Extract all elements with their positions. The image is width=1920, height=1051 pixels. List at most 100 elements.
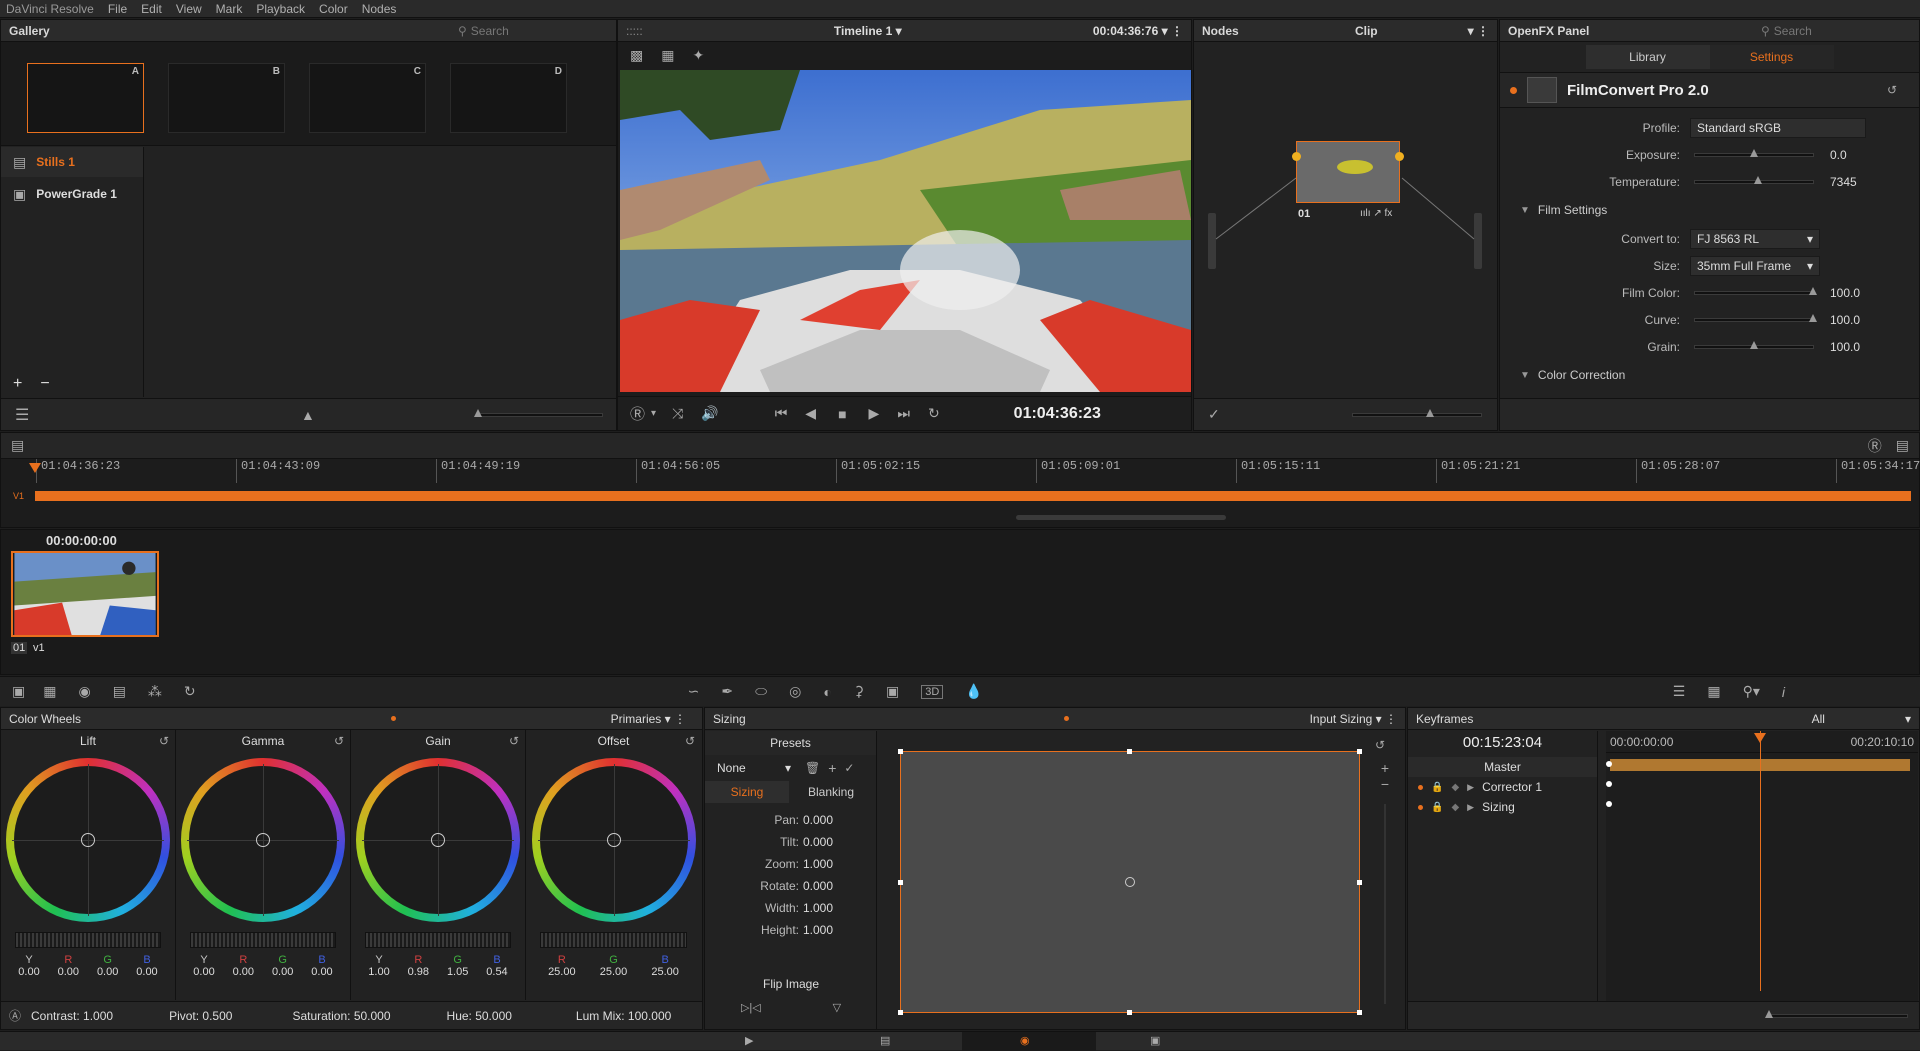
menu-edit[interactable]: Edit	[141, 2, 162, 16]
offset-r[interactable]: 25.00	[544, 966, 580, 978]
grain-slider[interactable]	[1694, 340, 1814, 349]
timeline-clip-bar[interactable]	[35, 491, 1911, 501]
sizing-canvas[interactable]	[898, 749, 1362, 1015]
handle-bottom[interactable]	[1127, 1010, 1132, 1015]
sizing-zoom-slider[interactable]	[1384, 804, 1386, 1004]
list-view-icon[interactable]: ☰	[15, 405, 29, 425]
openfx-search-input[interactable]: Search	[1774, 24, 1812, 38]
gallery-view-icon[interactable]: ▲	[301, 407, 315, 423]
lift-b[interactable]: 0.00	[129, 966, 165, 978]
node-01[interactable]	[1292, 141, 1404, 203]
timeline-selector[interactable]: Timeline 1 ▾	[834, 24, 902, 38]
grain-value[interactable]: 100.0	[1830, 340, 1860, 354]
viewer-frame[interactable]	[620, 70, 1191, 392]
offset-wheel[interactable]	[531, 758, 696, 922]
zoom-out-icon[interactable]: −	[1375, 776, 1395, 792]
gain-jog-wheel[interactable]	[365, 932, 511, 948]
timeline-track-v1[interactable]: V1	[1, 489, 1919, 503]
gallery-zoom-slider[interactable]	[474, 409, 603, 417]
window-icon[interactable]: ⬭	[755, 683, 767, 700]
keyframe-playhead-icon[interactable]	[1754, 733, 1766, 743]
lift-y[interactable]: 0.00	[11, 966, 47, 978]
sizing-mode-select[interactable]: Input Sizing ▾ ⋮	[1310, 712, 1397, 726]
color-wheels-icon[interactable]: ◉	[78, 683, 90, 700]
gain-r[interactable]: 0.98	[400, 966, 436, 978]
nodes-zoom-slider[interactable]	[1352, 409, 1482, 417]
openfx-search[interactable]: ⚲ Search	[1761, 24, 1911, 38]
reset-lift-icon[interactable]: ↺	[159, 734, 169, 748]
gain-wheel[interactable]	[356, 758, 520, 922]
blur-icon[interactable]: ◐	[823, 684, 831, 700]
timeline-image-icon[interactable]: ▤	[11, 437, 24, 454]
menu-view[interactable]: View	[176, 2, 202, 16]
lift-r[interactable]: 0.00	[50, 966, 86, 978]
deliver-page-icon[interactable]: ▣	[1150, 1034, 1160, 1047]
convert-to-dropdown[interactable]: FJ 8563 RL ▾	[1690, 228, 1820, 249]
album-powergrade-1[interactable]: ▣ PowerGrade 1	[1, 177, 143, 211]
motion-effects-icon[interactable]: ⁂	[148, 683, 162, 700]
handle-top-left[interactable]	[898, 749, 903, 754]
gamma-jog-wheel[interactable]	[190, 932, 336, 948]
tab-library[interactable]: Library	[1585, 45, 1710, 69]
height-value[interactable]: 1.000	[803, 923, 833, 937]
flip-vertical-icon[interactable]: ▽	[833, 1001, 841, 1014]
hue-value[interactable]: Hue: 50.000	[447, 1009, 512, 1023]
menu-file[interactable]: File	[108, 2, 127, 16]
fx-icon[interactable]: Ⓡ	[630, 403, 645, 424]
tilt-value[interactable]: 0.000	[803, 835, 833, 849]
scopes-icon[interactable]: ▦	[1707, 683, 1720, 700]
sizing-icon[interactable]: ▣	[886, 683, 899, 700]
tab-sizing[interactable]: Sizing	[705, 781, 789, 803]
timeline-layout-icon[interactable]: ▤	[1896, 437, 1909, 454]
color-page-icon[interactable]: ◉	[1020, 1034, 1030, 1047]
master-keyframe[interactable]	[1606, 761, 1612, 767]
offset-g[interactable]: 25.00	[595, 966, 631, 978]
gamma-wheel[interactable]	[181, 758, 345, 922]
fx-menu-icon[interactable]: ▾	[651, 408, 656, 419]
primaries-select[interactable]: Primaries ▾ ⋮	[611, 712, 686, 726]
step-back-icon[interactable]: ◀	[805, 405, 816, 422]
stop-icon[interactable]: ■	[838, 406, 846, 422]
preset-dropdown[interactable]: None ▾	[711, 758, 797, 778]
playhead-icon[interactable]	[29, 463, 41, 473]
reset-gamma-icon[interactable]: ↺	[334, 734, 344, 748]
rgb-mixer-icon[interactable]: ▤	[113, 683, 126, 700]
lock-icon[interactable]: 🔒	[1431, 802, 1443, 813]
temperature-slider[interactable]	[1694, 175, 1814, 184]
lift-wheel[interactable]	[6, 758, 170, 922]
menu-nodes[interactable]: Nodes	[362, 2, 397, 16]
timeline-scrollbar[interactable]	[1016, 515, 1226, 520]
gain-y[interactable]: 1.00	[361, 966, 397, 978]
flip-horizontal-icon[interactable]: ▷|◁	[741, 1001, 761, 1014]
volume-icon[interactable]: 🔊	[701, 405, 718, 422]
jump-start-icon[interactable]: ⏮	[775, 405, 788, 422]
width-value[interactable]: 1.000	[803, 901, 833, 915]
keyframe-diamond-icon[interactable]: ◆	[1451, 802, 1459, 813]
expand-arrow-icon[interactable]: ▶	[1467, 782, 1474, 793]
menu-playback[interactable]: Playback	[256, 2, 305, 16]
offset-b[interactable]: 25.00	[647, 966, 683, 978]
handle-bottom-left[interactable]	[898, 1010, 903, 1015]
info-icon[interactable]: i	[1782, 684, 1785, 700]
lift-jog-wheel[interactable]	[15, 932, 161, 948]
edit-page-icon[interactable]: ▤	[880, 1034, 890, 1047]
node-graph[interactable]	[1194, 43, 1497, 393]
corrector-keyframe[interactable]	[1606, 781, 1612, 787]
handle-top[interactable]	[1127, 749, 1132, 754]
play-icon[interactable]: ▶	[869, 405, 880, 422]
sizing-keyframe[interactable]	[1606, 801, 1612, 807]
plugin-reset-icon[interactable]: ↺	[1887, 83, 1897, 97]
reset-offset-icon[interactable]: ↺	[685, 734, 695, 748]
shuffle-icon[interactable]: ⤨	[672, 405, 683, 422]
gamma-r[interactable]: 0.00	[225, 966, 261, 978]
pivot-value[interactable]: Pivot: 0.500	[169, 1009, 232, 1023]
lock-icon[interactable]: 🔒	[1431, 782, 1443, 793]
offset-jog-wheel[interactable]	[540, 932, 687, 948]
reset-zoom-icon[interactable]: ↺	[1375, 738, 1385, 752]
timeline-fx-icon[interactable]: Ⓡ	[1868, 436, 1882, 456]
exposure-value[interactable]: 0.0	[1830, 148, 1847, 162]
media-page-icon[interactable]: ▶	[745, 1034, 753, 1047]
lum-mix-value[interactable]: Lum Mix: 100.000	[576, 1009, 671, 1023]
add-album-button[interactable]: +	[13, 375, 22, 393]
gamma-y[interactable]: 0.00	[186, 966, 222, 978]
